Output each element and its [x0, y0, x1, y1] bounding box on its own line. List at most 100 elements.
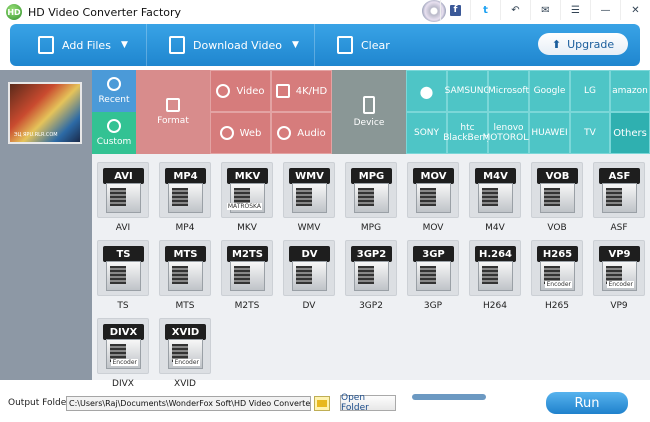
brand-others[interactable]: Others [610, 112, 650, 154]
format-item[interactable]: DIVX Encoder DIVX [96, 318, 150, 389]
format-item[interactable]: MPG MPG [344, 162, 398, 233]
format-item[interactable]: 3GP2 3GP2 [344, 240, 398, 311]
format-label: MP4 [175, 223, 195, 233]
chrome-icon [219, 126, 234, 140]
twitter-icon[interactable]: t [470, 0, 500, 20]
browse-folder-button[interactable] [314, 396, 330, 411]
brand-sony[interactable]: SONY [406, 112, 447, 154]
format-label: MOV [422, 223, 444, 233]
tab-recent[interactable]: Recent [92, 70, 136, 112]
format-tile[interactable]: ASF [593, 162, 645, 218]
brand-amazon[interactable]: amazon [610, 70, 650, 112]
tab-web[interactable]: Web [210, 112, 271, 154]
facebook-icon[interactable]: f [440, 0, 470, 20]
tab-4khd[interactable]: 4K/HD [271, 70, 332, 112]
format-badge: TS [103, 246, 144, 262]
output-folder-path[interactable]: C:\Users\Raj\Documents\WonderFox Soft\HD… [66, 396, 311, 411]
format-item[interactable]: H265 Encoder H265 [530, 240, 584, 311]
format-tile[interactable]: DV [283, 240, 335, 296]
brand-tv[interactable]: TV [570, 112, 610, 154]
format-tile[interactable]: MKV MATROSKA [221, 162, 273, 218]
add-files-button[interactable]: Add Files ▼ [10, 24, 147, 66]
minimize-icon[interactable]: — [590, 0, 620, 20]
format-tile[interactable]: M2TS [221, 240, 273, 296]
format-tile[interactable]: MP4 [159, 162, 211, 218]
format-grid: AVI AVI MP4 MP4 MKV MATROSKA MKV WMV WMV MPG MPG MO… [92, 154, 650, 389]
format-item[interactable]: VOB VOB [530, 162, 584, 233]
brand-apple[interactable]: ● [406, 70, 447, 112]
tab-audio[interactable]: Audio [271, 112, 332, 154]
format-tile[interactable]: WMV [283, 162, 335, 218]
clear-button[interactable]: Clear [315, 24, 405, 66]
format-badge: 3GP2 [351, 246, 392, 262]
format-label: MKV [237, 223, 257, 233]
video-file-icon: Encoder [168, 339, 203, 369]
format-item[interactable]: MP4 MP4 [158, 162, 212, 233]
close-icon[interactable]: ✕ [620, 0, 650, 20]
format-item[interactable]: MTS MTS [158, 240, 212, 311]
hd-icon [275, 84, 290, 98]
thumbnail-caption: ЭЦ ЯPU.RLR.COM [14, 132, 58, 138]
format-badge: 3GP [413, 246, 454, 262]
brand-lg[interactable]: LG [570, 70, 610, 112]
format-tile[interactable]: VOB [531, 162, 583, 218]
format-tile[interactable]: MOV [407, 162, 459, 218]
format-label: MTS [175, 301, 195, 311]
video-thumbnail[interactable]: ЭЦ ЯPU.RLR.COM [8, 82, 82, 144]
format-item[interactable]: DV DV [282, 240, 336, 311]
download-video-button[interactable]: Download Video ▼ [147, 24, 315, 66]
format-item[interactable]: AVI AVI [96, 162, 150, 233]
format-item[interactable]: H.264 H264 [468, 240, 522, 311]
brand-microsoft[interactable]: Microsoft [488, 70, 529, 112]
format-item[interactable]: 3GP 3GP [406, 240, 460, 311]
format-tile[interactable]: AVI [97, 162, 149, 218]
tab-video[interactable]: Video [210, 70, 271, 112]
format-badge: VP9 [599, 246, 640, 262]
tab-format[interactable]: Format [136, 70, 210, 154]
upgrade-button[interactable]: ⬆ Upgrade [538, 33, 628, 55]
feedback-icon[interactable]: ✉ [530, 0, 560, 20]
brand-samsung[interactable]: SAMSUNG [444, 70, 491, 112]
video-file-icon: Encoder [106, 339, 141, 369]
format-tile[interactable]: 3GP2 [345, 240, 397, 296]
format-tile[interactable]: MTS [159, 240, 211, 296]
format-item[interactable]: MOV MOV [406, 162, 460, 233]
brand-lenovo-motorola[interactable]: lenovo MOTOROLA [482, 112, 535, 154]
format-item[interactable]: XVID Encoder XVID [158, 318, 212, 389]
brand-google-label: Google [533, 86, 566, 96]
brand-google[interactable]: Google [529, 70, 570, 112]
video-file-icon [416, 183, 451, 213]
format-tile[interactable]: M4V [469, 162, 521, 218]
film-strip-icon [544, 188, 560, 206]
brand-huawei[interactable]: HUAWEI [529, 112, 570, 154]
tab-device[interactable]: Device [332, 70, 406, 154]
format-tile[interactable]: TS [97, 240, 149, 296]
format-tile[interactable]: MPG [345, 162, 397, 218]
format-item[interactable]: ASF ASF [592, 162, 646, 233]
format-item[interactable]: M4V M4V [468, 162, 522, 233]
format-item[interactable]: M2TS M2TS [220, 240, 274, 311]
settings-icon[interactable]: ☰ [560, 0, 590, 20]
run-button[interactable]: Run [546, 392, 628, 414]
video-file-icon [106, 261, 141, 291]
brand-samsung-label: SAMSUNG [444, 86, 491, 96]
chevron-down-icon[interactable]: ▼ [121, 40, 128, 50]
format-tile[interactable]: 3GP [407, 240, 459, 296]
back-icon[interactable]: ↶ [500, 0, 530, 20]
format-tile[interactable]: H265 Encoder [531, 240, 583, 296]
format-tile[interactable]: H.264 [469, 240, 521, 296]
format-item[interactable]: VP9 Encoder VP9 [592, 240, 646, 311]
format-item[interactable]: TS TS [96, 240, 150, 311]
format-badge: XVID [165, 324, 206, 340]
format-tile[interactable]: VP9 Encoder [593, 240, 645, 296]
format-item[interactable]: WMV WMV [282, 162, 336, 233]
format-tile[interactable]: DIVX Encoder [97, 318, 149, 374]
format-badge: MPG [351, 168, 392, 184]
open-folder-button[interactable]: Open Folder [340, 393, 396, 413]
format-tile[interactable]: XVID Encoder [159, 318, 211, 374]
chevron-down-icon[interactable]: ▼ [292, 40, 299, 50]
tab-custom[interactable]: Custom [92, 112, 136, 154]
add-files-label: Add Files [62, 38, 111, 52]
headphones-icon [277, 126, 292, 140]
format-item[interactable]: MKV MATROSKA MKV [220, 162, 274, 233]
